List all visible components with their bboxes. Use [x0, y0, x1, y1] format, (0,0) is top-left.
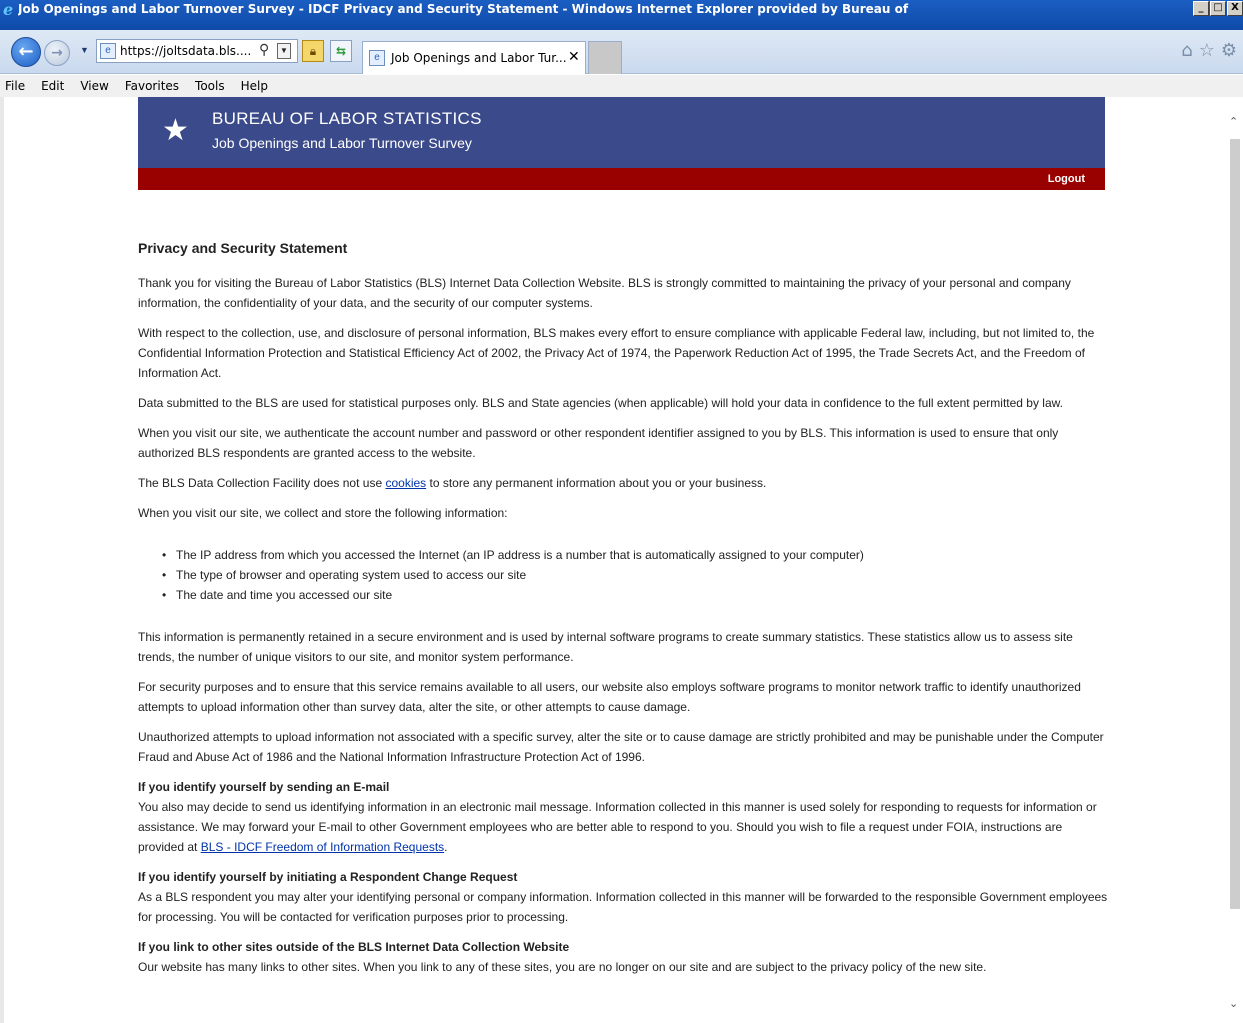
window-title-bar: e Job Openings and Labor Turnover Survey…: [0, 0, 1243, 30]
heading-external-links: If you link to other sites outside of th…: [138, 940, 570, 954]
list-item: The IP address from which you accessed t…: [162, 545, 1110, 565]
vertical-scrollbar[interactable]: ⌃ ⌄: [1226, 97, 1243, 1023]
tab-job-openings[interactable]: e Job Openings and Labor Tur... ✕: [362, 41, 586, 74]
toolbar-right: ⌂ ☆ ⚙: [1181, 40, 1237, 61]
close-window-button[interactable]: X: [1227, 1, 1243, 16]
menu-edit[interactable]: Edit: [33, 79, 72, 93]
paragraph-external-links: Our website has many links to other site…: [138, 960, 987, 974]
cookies-link[interactable]: cookies: [385, 476, 426, 490]
lock-icon[interactable]: 🔒︎: [302, 40, 324, 62]
scroll-down-icon[interactable]: ⌄: [1229, 997, 1238, 1010]
paragraph-intro: Thank you for visiting the Bureau of Lab…: [138, 276, 1071, 310]
navigation-bar: ← → ▼ e https://joltsdata.bls.... ⚲ ▼ 🔒︎…: [0, 30, 1243, 74]
foia-link[interactable]: BLS - IDCF Freedom of Information Reques…: [201, 840, 444, 854]
paragraph-cookies: The BLS Data Collection Facility does no…: [138, 476, 767, 490]
paragraph-unauthorized: Unauthorized attempts to upload informat…: [138, 730, 1104, 764]
new-tab-button[interactable]: [588, 41, 622, 74]
window-controls: _ □ X: [1192, 1, 1243, 16]
menu-view[interactable]: View: [72, 79, 116, 93]
maximize-button[interactable]: □: [1210, 1, 1226, 16]
bls-subtitle: Job Openings and Labor Turnover Survey: [212, 135, 472, 151]
heading-email: If you identify yourself by sending an E…: [138, 780, 390, 794]
window-title: Job Openings and Labor Turnover Survey -…: [18, 2, 909, 16]
home-icon[interactable]: ⌂: [1181, 40, 1192, 61]
tab-close-icon[interactable]: ✕: [568, 49, 580, 65]
address-url[interactable]: https://joltsdata.bls....: [120, 44, 251, 58]
tab-label: Job Openings and Labor Tur...: [391, 51, 567, 65]
back-button[interactable]: ←: [11, 37, 41, 67]
paragraph-compliance: With respect to the collection, use, and…: [138, 326, 1095, 380]
heading-change-request: If you identify yourself by initiating a…: [138, 870, 518, 884]
address-dropdown-icon[interactable]: ▼: [277, 43, 291, 59]
forward-button[interactable]: →: [44, 40, 70, 66]
paragraph-change-request: As a BLS respondent you may alter your i…: [138, 890, 1108, 924]
bls-header: ★ BUREAU OF LABOR STATISTICS Job Opening…: [138, 97, 1105, 168]
paragraph-collected-info: When you visit our site, we collect and …: [138, 506, 508, 520]
history-dropdown-icon[interactable]: ▼: [80, 45, 89, 55]
menu-bar: File Edit View Favorites Tools Help: [0, 75, 1243, 97]
collected-info-list: The IP address from which you accessed t…: [162, 545, 1110, 605]
page-icon: e: [100, 43, 116, 59]
logout-link[interactable]: Logout: [1048, 173, 1085, 185]
page-title: Privacy and Security Statement: [138, 240, 348, 256]
paragraph-email: You also may decide to send us identifyi…: [138, 800, 1097, 854]
paragraph-statistical-use: Data submitted to the BLS are used for s…: [138, 396, 1063, 410]
minimize-button[interactable]: _: [1193, 1, 1209, 16]
bls-star-logo-icon: ★: [162, 113, 189, 148]
list-item: The type of browser and operating system…: [162, 565, 1110, 585]
page-viewport: ★ BUREAU OF LABOR STATISTICS Job Opening…: [0, 97, 1243, 1023]
bls-title: BUREAU OF LABOR STATISTICS: [212, 109, 482, 128]
scroll-thumb[interactable]: [1230, 139, 1240, 909]
paragraph-retention: This information is permanently retained…: [138, 630, 1073, 664]
list-item: The date and time you accessed our site: [162, 585, 1110, 605]
bls-red-bar: Logout: [138, 168, 1105, 190]
gear-icon[interactable]: ⚙: [1221, 40, 1237, 61]
tab-page-icon: e: [369, 50, 385, 66]
ie-logo-icon: e: [3, 0, 14, 19]
menu-favorites[interactable]: Favorites: [117, 79, 187, 93]
search-icon[interactable]: ⚲: [259, 42, 269, 58]
refresh-icon[interactable]: ⇆: [330, 40, 352, 62]
address-bar[interactable]: e https://joltsdata.bls.... ⚲ ▼: [96, 39, 298, 63]
menu-file[interactable]: File: [0, 79, 33, 93]
favorites-star-icon[interactable]: ☆: [1199, 40, 1215, 61]
paragraph-authentication: When you visit our site, we authenticate…: [138, 426, 1059, 460]
privacy-content: Privacy and Security Statement Thank you…: [138, 237, 1110, 987]
menu-tools[interactable]: Tools: [187, 79, 233, 93]
scroll-up-icon[interactable]: ⌃: [1229, 115, 1238, 128]
menu-help[interactable]: Help: [233, 79, 276, 93]
paragraph-security: For security purposes and to ensure that…: [138, 680, 1081, 714]
